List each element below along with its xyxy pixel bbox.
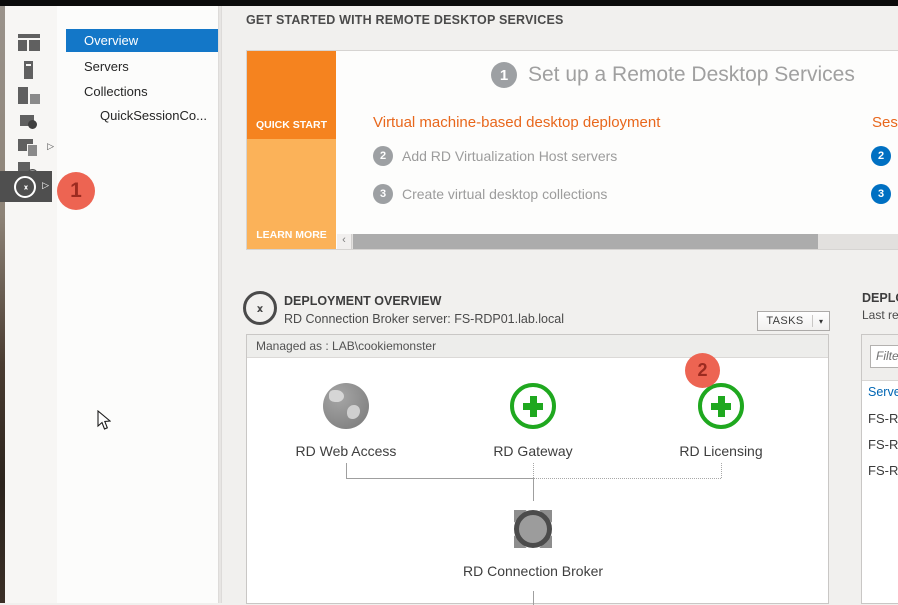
tab-learn-more[interactable]: LEARN MORE xyxy=(247,139,336,249)
step-label: Create virtual desktop collections xyxy=(402,186,607,202)
step-number-circle: 2 xyxy=(373,146,393,166)
step-number-circle: 2 xyxy=(871,146,891,166)
local-server-icon xyxy=(24,61,33,79)
rds-nav-pane: Overview Servers Collections QuickSessio… xyxy=(57,6,218,603)
annotation-badge-1: 1 xyxy=(57,172,95,210)
vm-deployment-link[interactable]: Virtual machine-based desktop deployment xyxy=(373,114,660,131)
rail-item-local-server[interactable] xyxy=(5,57,57,83)
chevron-down-icon: ▾ xyxy=(813,317,829,326)
node-rd-connection-broker[interactable] xyxy=(507,503,559,555)
deployment-overview-title: DEPLOYMENT OVERVIEW xyxy=(284,294,441,308)
tasks-dropdown-button[interactable]: TASKS ▾ xyxy=(757,311,830,331)
session-step-2[interactable]: 2 xyxy=(871,146,898,166)
rail-item-file-storage[interactable]: ▷ xyxy=(5,134,57,160)
scroll-left-button[interactable]: ‹ xyxy=(337,234,352,249)
page-title: GET STARTED WITH REMOTE DESKTOP SERVICES xyxy=(246,13,564,27)
deployment-overview-diagram: Managed as : LAB\cookiemonster RD Web Ac… xyxy=(246,334,829,604)
nav-item-collections[interactable]: Collections xyxy=(62,80,218,103)
vm-step-2[interactable]: 2 Add RD Virtualization Host servers xyxy=(373,146,617,166)
all-servers-icon xyxy=(18,87,40,104)
deployment-servers-list: Filte Serve FS-RD FS-RD FS-RD xyxy=(861,334,898,604)
filter-toolbar: Filte xyxy=(862,335,898,381)
step-label: Add RD Virtualization Host servers xyxy=(402,148,617,164)
expand-arrow-icon[interactable]: ▷ xyxy=(42,181,49,190)
node-rd-web-access[interactable]: RD Web Access xyxy=(271,383,421,459)
connector-line xyxy=(346,478,533,479)
node-rd-licensing[interactable]: RD Licensing xyxy=(646,383,796,459)
step-1-title: Set up a Remote Desktop Services xyxy=(528,63,855,87)
connector-line xyxy=(533,478,534,501)
rail-item-all-servers[interactable] xyxy=(5,83,57,109)
rail-item-remote-desktop-services[interactable]: ›‹ ▷ xyxy=(0,171,52,202)
node-rd-gateway[interactable]: RD Gateway xyxy=(458,383,608,459)
step-number-circle: 3 xyxy=(871,184,891,204)
node-label: RD Connection Broker xyxy=(408,563,658,579)
remote-desktop-services-icon: ›‹ xyxy=(14,176,36,198)
node-label: RD Web Access xyxy=(271,443,421,459)
step-number-circle: 1 xyxy=(491,62,517,88)
tab-quick-start[interactable]: QUICK START xyxy=(247,51,336,139)
add-green-icon xyxy=(510,383,556,429)
rail-item-dashboard[interactable] xyxy=(5,30,57,56)
node-label: RD Licensing xyxy=(646,443,796,459)
step-number-circle: 3 xyxy=(373,184,393,204)
server-row[interactable]: FS-RD xyxy=(868,463,898,478)
connector-line-dotted xyxy=(533,463,534,478)
rail-item-certificates[interactable] xyxy=(5,109,57,135)
vm-step-3[interactable]: 3 Create virtual desktop collections xyxy=(373,184,607,204)
nav-item-overview[interactable]: Overview xyxy=(66,29,218,52)
last-refreshed-text: Last ref xyxy=(862,308,898,322)
certificate-services-icon xyxy=(18,113,40,130)
tasks-label: TASKS xyxy=(758,315,812,327)
rds-logo-icon: ›‹ xyxy=(243,291,277,325)
globe-icon xyxy=(323,383,369,429)
annotation-badge-2: 2 xyxy=(685,353,720,388)
scrollbar-thumb[interactable] xyxy=(353,234,818,249)
connection-broker-subtitle: RD Connection Broker server: FS-RDP01.la… xyxy=(284,312,564,326)
server-manager-icon-rail: ▷ xyxy=(5,6,58,603)
filter-input[interactable]: Filte xyxy=(870,345,898,368)
dashboard-icon xyxy=(18,34,40,51)
broker-icon xyxy=(514,510,552,548)
horizontal-scrollbar[interactable]: ‹ xyxy=(337,234,898,249)
connector-line-dotted xyxy=(721,463,722,478)
expand-arrow-icon[interactable]: ▷ xyxy=(47,142,54,151)
server-row[interactable]: FS-RD xyxy=(868,411,898,426)
deployment-servers-title: DEPLO xyxy=(862,291,898,305)
connector-line xyxy=(346,463,347,478)
connector-line-dotted xyxy=(533,478,721,479)
session-step-3[interactable]: 3 xyxy=(871,184,898,204)
mouse-cursor xyxy=(97,410,111,436)
nav-item-quicksessioncollection[interactable]: QuickSessionCo... xyxy=(62,104,218,127)
add-green-icon xyxy=(698,383,744,429)
nav-item-servers[interactable]: Servers xyxy=(62,55,218,78)
server-row[interactable]: FS-RD xyxy=(868,437,898,452)
deployment-step-1-heading: 1 Set up a Remote Desktop Services xyxy=(491,62,855,88)
managed-as-bar: Managed as : LAB\cookiemonster xyxy=(247,335,828,358)
node-label: RD Gateway xyxy=(458,443,608,459)
pane-divider xyxy=(218,6,222,603)
column-header-server-name[interactable]: Serve xyxy=(868,385,898,399)
get-started-tile: QUICK START LEARN MORE 1 Set up a Remote… xyxy=(246,50,898,250)
file-storage-icon xyxy=(18,138,40,155)
session-deployment-link[interactable]: Ses xyxy=(872,114,898,131)
quickstart-tab-column: QUICK START LEARN MORE xyxy=(247,51,336,249)
